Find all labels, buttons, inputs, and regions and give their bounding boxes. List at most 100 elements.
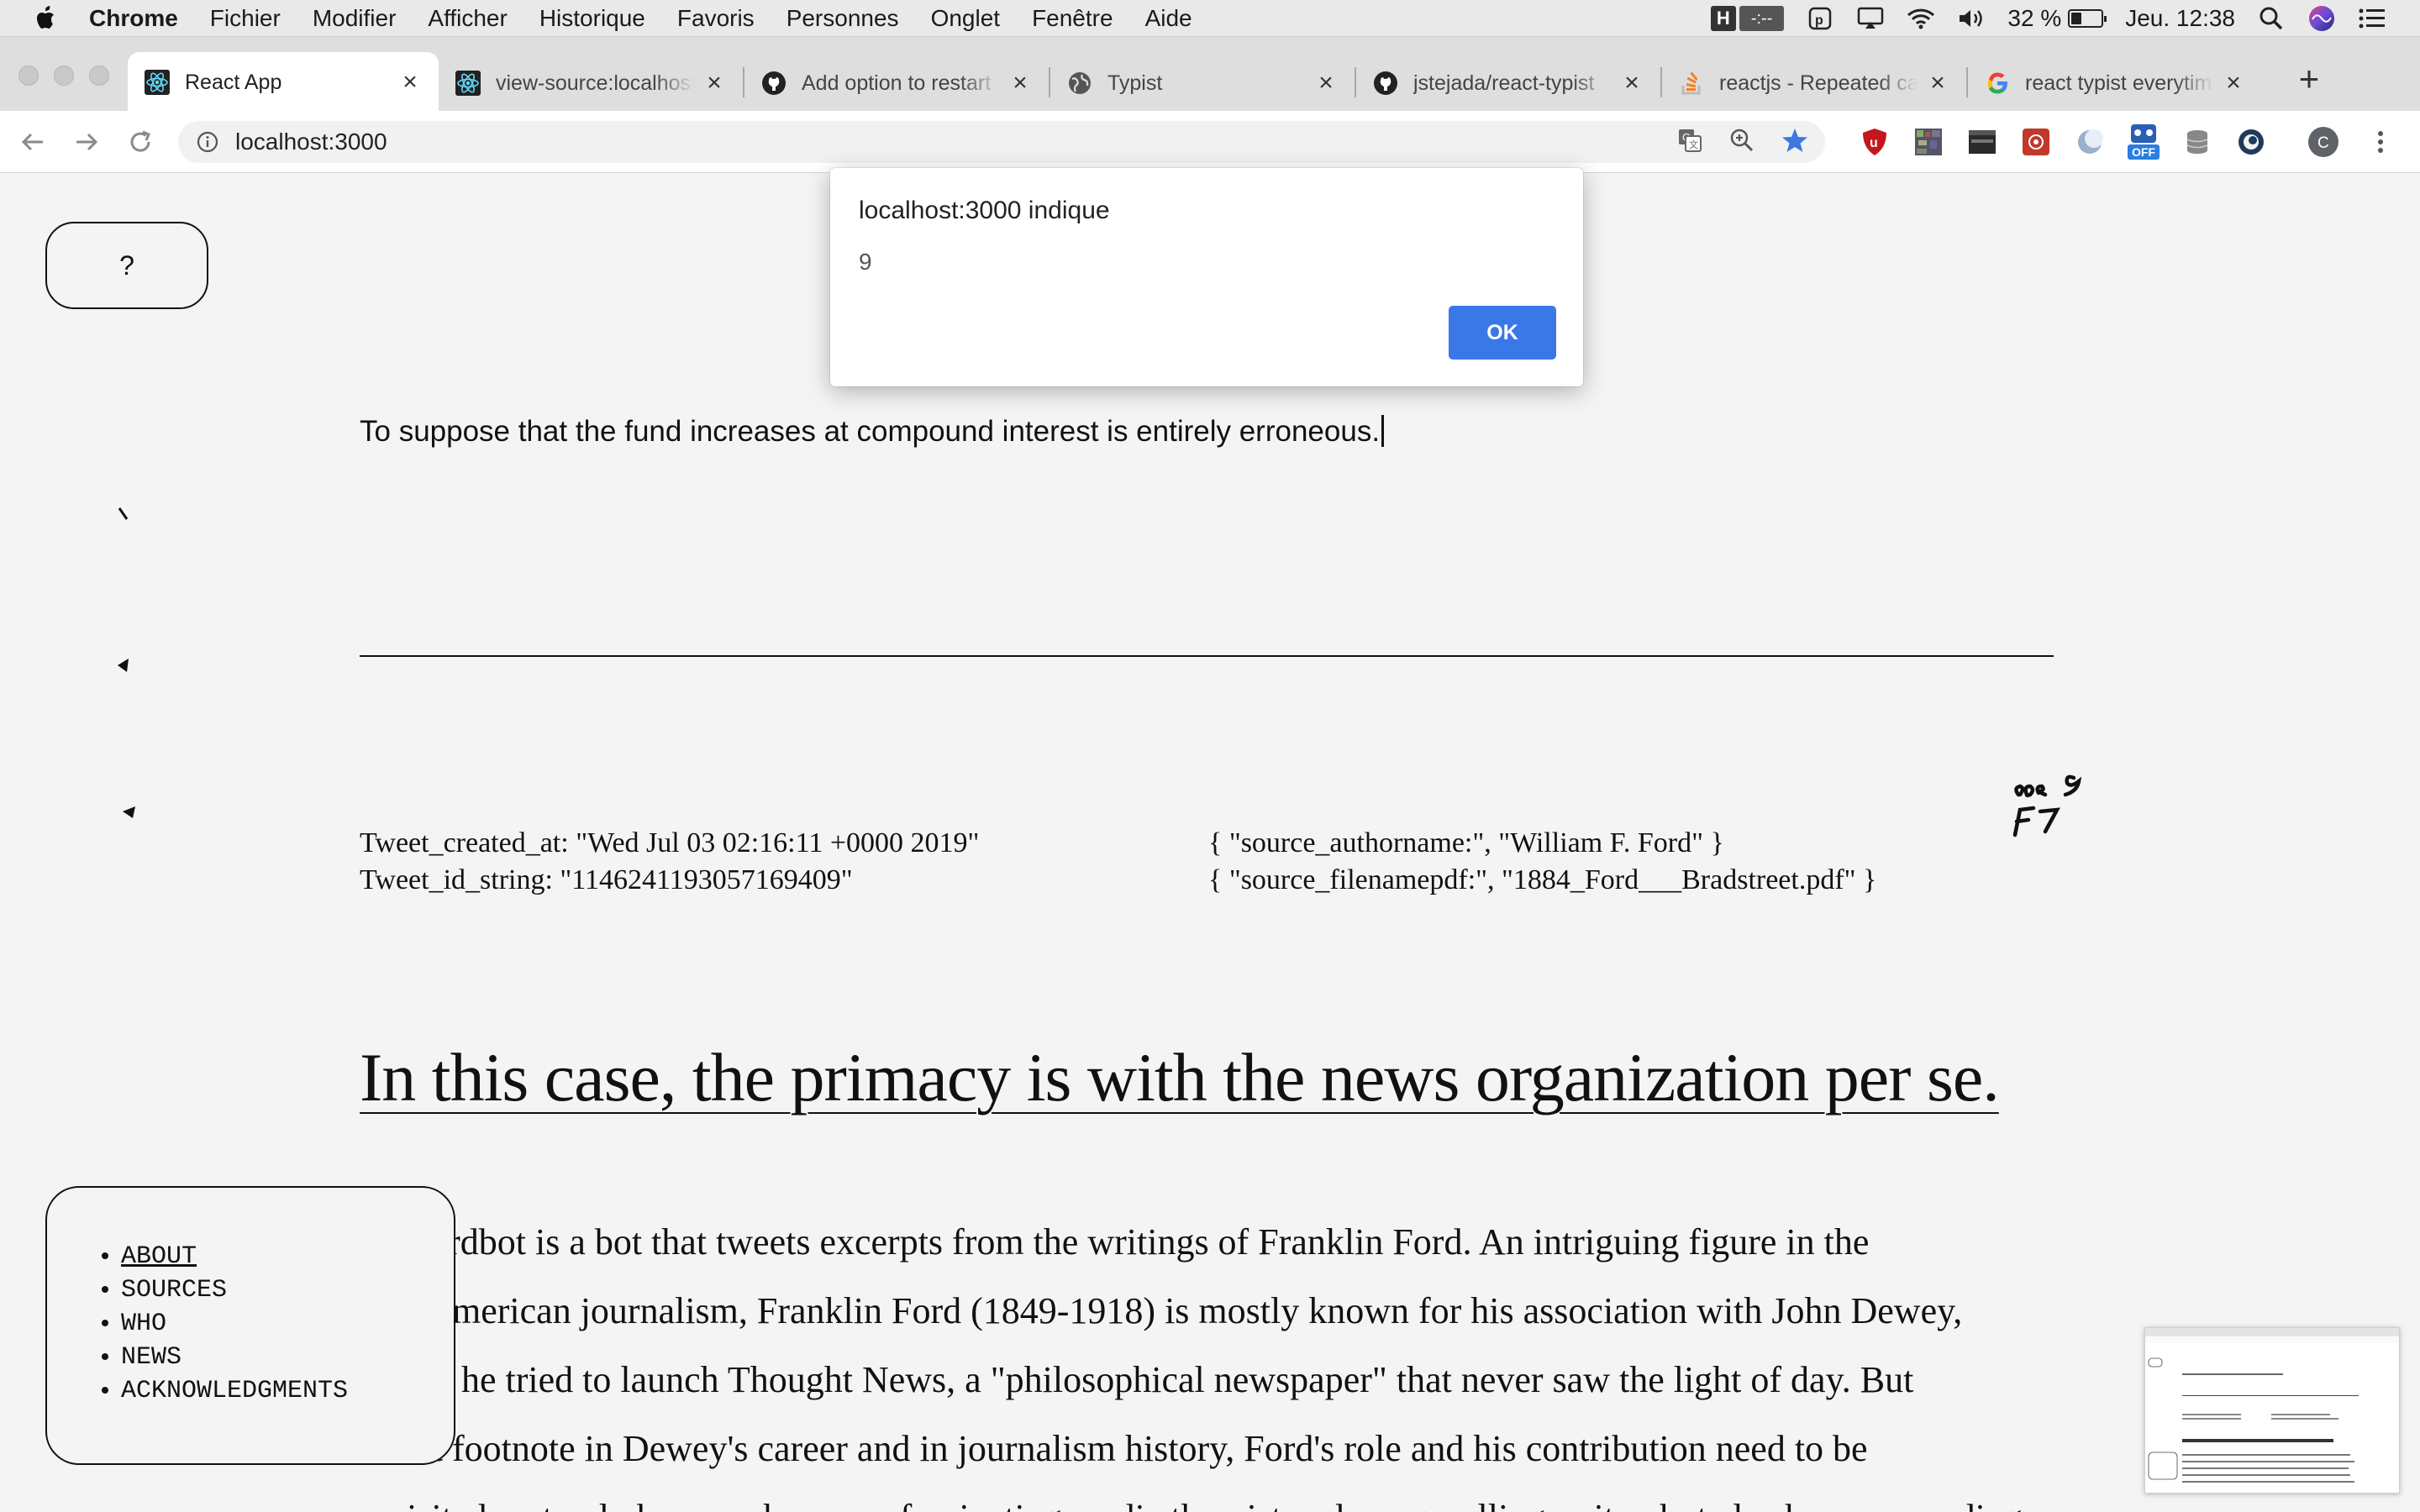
nav-item-sources[interactable]: SOURCES — [121, 1273, 454, 1307]
pixel-extension-icon[interactable] — [1912, 126, 1944, 158]
tab-react-app[interactable]: React App × — [128, 52, 439, 113]
battery-percent: 32 % — [2007, 5, 2062, 31]
menu-fenetre[interactable]: Fenêtre — [1032, 5, 1113, 32]
bookmark-star-icon[interactable] — [1781, 127, 1808, 158]
tick-mark-icon — [123, 806, 135, 818]
eye-extension-icon[interactable] — [2235, 126, 2267, 158]
close-tab-icon[interactable]: × — [702, 69, 726, 97]
site-info-icon[interactable] — [197, 131, 218, 153]
close-tab-icon[interactable]: × — [2222, 69, 2245, 97]
moon-extension-icon[interactable] — [2074, 126, 2106, 158]
stackoverflow-icon — [1679, 71, 1704, 96]
tab-add-option-restart[interactable]: Add option to restart × — [744, 55, 1049, 111]
typing-cursor — [1381, 415, 1385, 447]
article-line: y of American journalism, Franklin Ford … — [360, 1290, 1963, 1331]
reload-icon[interactable] — [124, 126, 156, 158]
tab-google-search[interactable]: react typist everytime × — [1968, 55, 2262, 111]
tab-view-source[interactable]: view-source:localhost:3000 × — [439, 55, 743, 111]
article-line: d that footnote in Dewey's career and in… — [360, 1428, 1868, 1469]
chrome-menu-icon[interactable] — [2365, 126, 2396, 158]
help-button[interactable]: ? — [45, 222, 208, 309]
svg-text:C: C — [2317, 134, 2329, 152]
menu-fichier[interactable]: Fichier — [210, 5, 281, 32]
menu-aide[interactable]: Aide — [1145, 5, 1192, 32]
tab-typist[interactable]: Typist × — [1050, 55, 1355, 111]
macos-menu-bar: Chrome Fichier Modifier Afficher Histori… — [0, 0, 2420, 37]
menu-onglet[interactable]: Onglet — [931, 5, 1001, 32]
translate-icon[interactable]: G文 — [1677, 128, 1702, 157]
menu-historique[interactable]: Historique — [539, 5, 645, 32]
ublock-extension-icon[interactable]: u — [1859, 126, 1891, 158]
window-extension-icon[interactable] — [1966, 126, 1998, 158]
spotlight-search-icon[interactable] — [2257, 6, 2286, 31]
close-tab-icon[interactable]: × — [1314, 69, 1338, 97]
article-line: whom he tried to launch Thought News, a … — [360, 1359, 1914, 1400]
menu-bar-status-area: H -:-- p 32 % Jeu. 12:38 — [1710, 0, 2386, 37]
nav-item-who[interactable]: WHO — [121, 1307, 454, 1341]
off-extension-icon[interactable]: OFF — [2128, 121, 2160, 163]
siri-icon[interactable] — [2307, 6, 2336, 31]
article-line: klinfordbot is a bot that tweets excerpt… — [360, 1221, 1870, 1263]
close-window-button[interactable] — [18, 66, 39, 86]
dialog-origin-title: localhost:3000 indique — [859, 197, 1110, 224]
article-line: revisited, not only because he was a fas… — [360, 1483, 2040, 1512]
globe-icon — [1067, 71, 1092, 96]
notification-center-icon[interactable] — [2358, 6, 2386, 31]
profile-avatar[interactable]: C — [2307, 126, 2339, 158]
svg-text:OFF: OFF — [2132, 145, 2155, 159]
ok-button[interactable]: OK — [1449, 306, 1556, 360]
svg-text:u: u — [1870, 136, 1878, 150]
tab-title: React App — [185, 70, 282, 94]
nav-item-about[interactable]: ABOUT — [121, 1240, 454, 1273]
page-thumbnail-preview[interactable] — [2144, 1327, 2400, 1494]
tab-title: Typist — [1107, 71, 1163, 95]
database-extension-icon[interactable] — [2181, 126, 2213, 158]
source-authorname: { "source_authorname:", "William F. Ford… — [1208, 827, 1724, 858]
tab-title: reactjs - Repeated calls — [1719, 71, 1918, 95]
tab-title: jstejada/react-typist — [1413, 71, 1595, 95]
zoom-window-button[interactable] — [89, 66, 109, 86]
forward-arrow-icon[interactable] — [71, 126, 103, 158]
minimize-window-button[interactable] — [54, 66, 74, 86]
new-tab-button[interactable]: + — [2292, 59, 2326, 98]
menu-bar-clock[interactable]: Jeu. 12:38 — [2125, 5, 2235, 32]
menu-app-chrome[interactable]: Chrome — [89, 5, 178, 32]
menu-personnes[interactable]: Personnes — [786, 5, 899, 32]
react-devtools-icon[interactable] — [2020, 126, 2052, 158]
close-tab-icon[interactable]: × — [1008, 69, 1032, 97]
zoom-icon[interactable] — [1729, 128, 1754, 157]
page-headline: In this case, the primacy is with the ne… — [360, 1039, 2000, 1116]
hours-tracker-status[interactable]: H -:-- — [1710, 6, 1785, 31]
menu-favoris[interactable]: Favoris — [677, 5, 755, 32]
address-bar-actions: G文 — [1677, 121, 1808, 163]
tab-stackoverflow[interactable]: reactjs - Repeated calls × — [1662, 55, 1966, 111]
tab-title: react typist everytime — [2025, 71, 2213, 95]
tick-mark-icon — [118, 659, 129, 672]
battery-status[interactable]: 32 % — [2007, 5, 2107, 32]
tweet-created-at: Tweet_created_at: "Wed Jul 03 02:16:11 +… — [360, 827, 980, 858]
address-bar[interactable]: localhost:3000 G文 — [178, 121, 1825, 163]
close-tab-icon[interactable]: × — [398, 68, 422, 96]
menu-afficher[interactable]: Afficher — [428, 5, 507, 32]
close-tab-icon[interactable]: × — [1620, 69, 1644, 97]
typed-sentence: To suppose that the fund increases at co… — [360, 415, 1385, 449]
apple-icon[interactable] — [34, 5, 59, 32]
source-metadata: { "source_authorname:", "William F. Ford… — [1208, 825, 1876, 899]
wifi-icon[interactable] — [1907, 6, 1935, 31]
back-arrow-icon[interactable] — [17, 126, 49, 158]
airplay-icon[interactable] — [1856, 6, 1885, 31]
dialog-message: 9 — [859, 249, 872, 275]
address-url: localhost:3000 — [235, 129, 387, 155]
close-tab-icon[interactable]: × — [1926, 69, 1949, 97]
source-filenamepdf: { "source_filenamepdf:", "1884_Ford___Br… — [1208, 864, 1877, 895]
nav-item-acknowledgments[interactable]: ACKNOWLEDGMENTS — [121, 1374, 454, 1408]
horizontal-divider — [360, 655, 2054, 657]
tab-react-typist-repo[interactable]: jstejada/react-typist × — [1356, 55, 1660, 111]
react-icon — [455, 71, 481, 96]
tweet-id-string: Tweet_id_string: "1146241193057169409" — [360, 864, 853, 895]
pastebot-icon[interactable]: p — [1806, 6, 1834, 31]
hours-tracker-time: -:-- — [1739, 6, 1785, 31]
volume-icon[interactable] — [1957, 6, 1986, 31]
nav-item-news[interactable]: NEWS — [121, 1341, 454, 1374]
menu-modifier[interactable]: Modifier — [313, 5, 397, 32]
